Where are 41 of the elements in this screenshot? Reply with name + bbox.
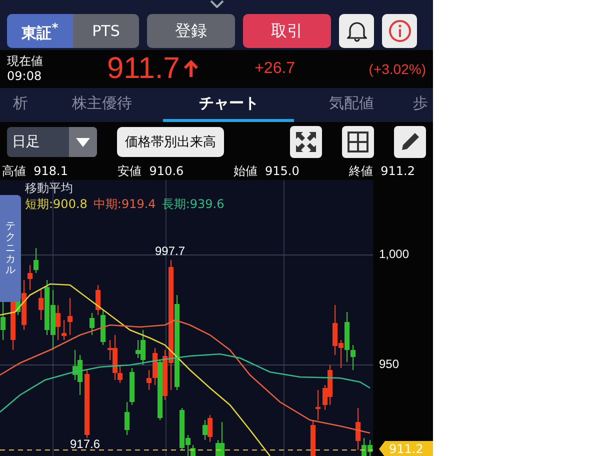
y-axis-label: 950 [379,357,400,371]
info-icon [388,19,412,43]
low-annotation: 917.6 [70,437,100,451]
moving-average-label: 長期:939.6 [162,196,224,212]
high-annotation: 997.7 [155,244,186,258]
caret-icon[interactable] [208,0,224,8]
ohlc-value: 終値 911.2 [349,163,415,180]
info-button[interactable] [382,14,417,48]
grid-icon [347,131,369,153]
market-tab[interactable]: 東証$^{*}$ [7,14,73,48]
price-label: 現在値 [7,54,44,69]
legend-title: 移動平均 [25,180,74,196]
period-dropdown[interactable]: 日足 [7,127,97,157]
nav-tab[interactable]: 株主優待 [40,88,164,122]
price-change: +26.7 [254,60,296,78]
fullscreen-button[interactable] [290,126,322,158]
current-price: 911.7 [107,52,180,86]
moving-average-label: 短期:900.8 [25,196,88,212]
nav-tab[interactable]: 歩 [408,88,433,122]
bell-button[interactable] [339,14,374,48]
change-percent: (+3.02%) [368,61,426,77]
ohlc-value: 安値 910.6 [118,163,184,180]
trade-button[interactable]: 取引 [243,14,331,48]
expand-icon [295,131,317,153]
layout-button[interactable] [342,126,374,158]
nav-tab[interactable]: 析 [0,88,41,122]
current-price-tag: 911.2 [379,441,433,456]
y-axis-label: 1,000 [379,247,410,261]
moving-average-label: 中期:919.4 [93,196,156,212]
ohlc-value: 高値 918.1 [2,163,68,180]
pencil-icon [399,131,421,153]
nav-tab[interactable]: 気配値 [294,88,408,122]
bell-icon [346,20,366,42]
volume-profile-button[interactable]: 価格帯別出来高 [117,127,224,157]
dropdown-caret-icon [76,138,90,146]
register-button[interactable]: 登録 [147,14,235,48]
ohlc-value: 始値 915.0 [233,163,300,180]
technical-side-tab[interactable]: テクニカル [0,195,21,302]
draw-button[interactable] [394,126,426,158]
market-tab[interactable]: PTS [73,14,139,48]
quote-time: 09:08 [7,69,43,84]
